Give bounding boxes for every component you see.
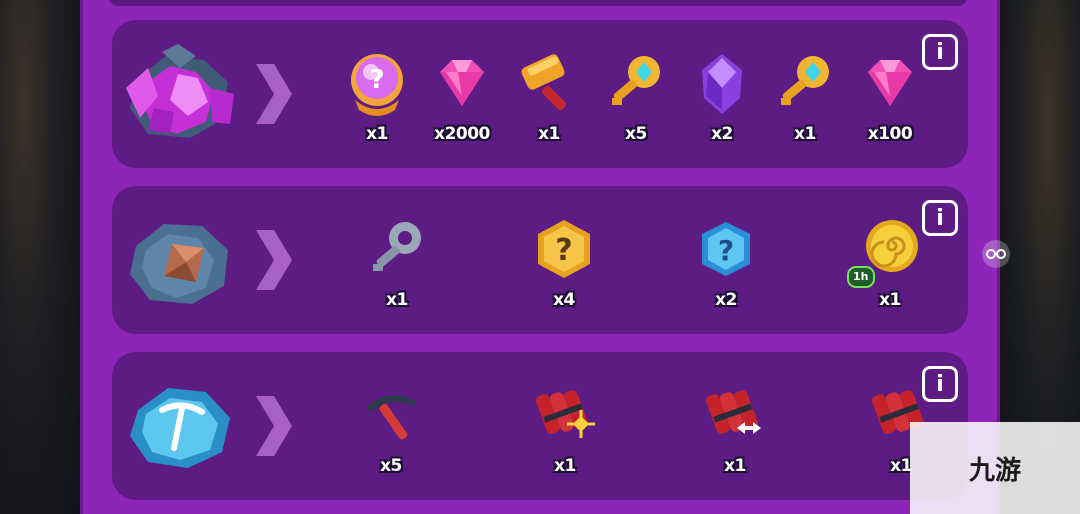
info-button[interactable]: i bbox=[922, 366, 958, 402]
reward-item: ? x2 bbox=[681, 214, 771, 324]
timer-badge: 1h bbox=[847, 266, 875, 288]
pink-gem-icon bbox=[440, 60, 484, 106]
reward-row-pickaxe: x5 x1 x1 x1 i bbox=[112, 352, 968, 500]
svg-text:?: ? bbox=[555, 233, 572, 268]
reward-item: x1 bbox=[352, 214, 442, 324]
reward-row-copper: x1 ? x4 ? x2 1h x1 i bbox=[112, 186, 968, 334]
reward-quantity: x1 bbox=[366, 124, 388, 144]
reward-quantity: x1 bbox=[724, 456, 746, 476]
pink-gem-icon bbox=[868, 60, 912, 106]
golden-hammer-icon bbox=[521, 54, 567, 111]
chevron-right-icon bbox=[256, 396, 292, 456]
blue-mystery-hexagon-icon: ? bbox=[702, 222, 750, 276]
eye-icon bbox=[982, 240, 1010, 268]
svg-text:?: ? bbox=[369, 65, 384, 95]
reward-quantity: x2 bbox=[711, 124, 733, 144]
reward-item: x1 bbox=[690, 380, 780, 490]
gold-mystery-hexagon-icon: ? bbox=[538, 220, 590, 278]
watermark: 九游 bbox=[910, 422, 1080, 514]
info-button[interactable]: i bbox=[922, 34, 958, 70]
reward-quantity: x5 bbox=[625, 124, 647, 144]
reward-row-crystal: ? x1 x2000 x1 x5 x2 x1 x100 i bbox=[112, 20, 968, 168]
background-left bbox=[0, 0, 80, 514]
silver-key-icon bbox=[373, 222, 421, 271]
reward-quantity: x5 bbox=[380, 456, 402, 476]
info-button[interactable]: i bbox=[922, 200, 958, 236]
reward-quantity: x1 bbox=[386, 290, 408, 310]
reward-item: x2000 bbox=[417, 48, 507, 158]
purple-crystal-icon bbox=[702, 54, 742, 114]
svg-text:?: ? bbox=[718, 234, 734, 267]
reward-quantity: x100 bbox=[867, 124, 913, 144]
reward-quantity: x1 bbox=[879, 290, 901, 310]
dynamite-move-icon bbox=[535, 390, 595, 438]
reward-item: x5 bbox=[346, 380, 436, 490]
golden-key-icon bbox=[612, 56, 660, 105]
reward-quantity: x2000 bbox=[434, 124, 490, 144]
golden-key-icon bbox=[781, 56, 829, 105]
chevron-right-icon bbox=[256, 230, 292, 290]
reward-quantity: x1 bbox=[890, 456, 912, 476]
reward-quantity: x2 bbox=[715, 290, 737, 310]
blue-pickaxe-stone-icon bbox=[130, 388, 230, 468]
reward-item: x1 bbox=[520, 380, 610, 490]
copper-ore-icon bbox=[130, 224, 228, 304]
pickaxe-icon bbox=[365, 395, 417, 440]
reward-item: ? x4 bbox=[519, 214, 609, 324]
pink-crystal-ore-icon bbox=[126, 44, 234, 138]
dynamite-horizontal-icon bbox=[705, 390, 761, 434]
reward-item: ? x1 bbox=[332, 48, 422, 158]
mystery-orb-icon: ? bbox=[351, 54, 403, 116]
reward-item: x2 bbox=[677, 48, 767, 158]
reward-item: x1 bbox=[504, 48, 594, 158]
previous-row-edge bbox=[108, 0, 968, 6]
reward-quantity: x4 bbox=[553, 290, 575, 310]
reward-item: x1 bbox=[760, 48, 850, 158]
reward-item: x5 bbox=[591, 48, 681, 158]
chevron-right-icon bbox=[256, 64, 292, 124]
reward-quantity: x1 bbox=[794, 124, 816, 144]
reward-quantity: x1 bbox=[554, 456, 576, 476]
reward-quantity: x1 bbox=[538, 124, 560, 144]
